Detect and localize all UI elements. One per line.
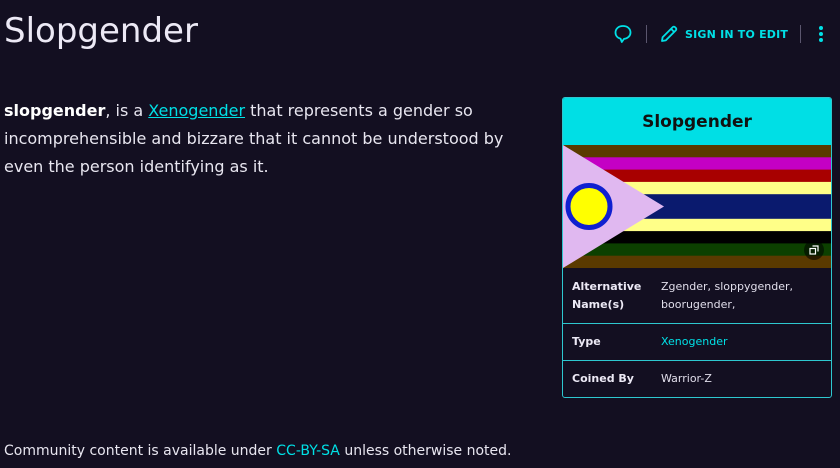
flag-image[interactable] xyxy=(563,145,831,269)
flag-stripe xyxy=(563,255,831,269)
license-link[interactable]: CC-BY-SA xyxy=(276,443,340,459)
flag-stripe xyxy=(563,145,831,158)
infobox-value: Zgender, sloppygender, boorugender, xyxy=(661,280,794,311)
flag-stripe xyxy=(563,243,831,257)
actions-divider xyxy=(646,25,647,43)
page-title: Slopgender xyxy=(4,11,198,51)
infobox-row-alternative-names: Alternative Name(s) Zgender, sloppygende… xyxy=(563,269,831,323)
talk-button[interactable] xyxy=(612,22,634,46)
infobox-label: Alternative Name(s) xyxy=(572,280,642,311)
type-xenogender-link[interactable]: Xenogender xyxy=(661,335,728,348)
infobox-label: Coined By xyxy=(572,372,634,385)
sign-in-to-edit-button[interactable]: SIGN IN TO EDIT xyxy=(659,24,788,44)
pencil-icon xyxy=(661,25,678,42)
footer-text: Community content is available under xyxy=(4,443,277,459)
license-footer: Community content is available under CC-… xyxy=(4,440,511,462)
flag-stripe xyxy=(563,157,831,171)
article-text: , is a xyxy=(105,101,149,120)
actions-divider xyxy=(800,25,802,43)
infobox-row-type: Type Xenogender xyxy=(563,323,831,360)
sign-in-to-edit-label: SIGN IN TO EDIT xyxy=(685,27,789,41)
slopgender-flag xyxy=(563,145,831,269)
infobox-value: Xenogender xyxy=(661,333,823,351)
expand-icon xyxy=(809,245,819,255)
flag-circle xyxy=(565,183,613,230)
footer-text: unless otherwise noted. xyxy=(339,443,512,459)
infobox-label: Type xyxy=(572,335,601,348)
infobox-title: Slopgender xyxy=(563,98,831,145)
infobox-rows: Alternative Name(s) Zgender, sloppygende… xyxy=(563,268,831,397)
xenogender-link[interactable]: Xenogender xyxy=(148,101,245,120)
infobox-row-coined-by: Coined By Warrior-Z xyxy=(563,360,831,397)
expand-image-button[interactable] xyxy=(804,240,824,260)
more-options-button[interactable] xyxy=(813,22,829,46)
speech-bubble-icon xyxy=(614,25,632,43)
infobox: Slopgender Alternative Name(s) Zgender, … xyxy=(562,97,832,398)
article-body: slopgender, is a Xenogender that represe… xyxy=(4,97,544,181)
article-term: slopgender xyxy=(4,101,106,120)
kebab-menu-icon xyxy=(819,26,824,42)
wiki-page: Slopgender SIGN IN TO EDIT slopgender, i… xyxy=(0,0,840,468)
infobox-value: Warrior-Z xyxy=(661,372,712,385)
page-actions: SIGN IN TO EDIT xyxy=(612,22,829,46)
